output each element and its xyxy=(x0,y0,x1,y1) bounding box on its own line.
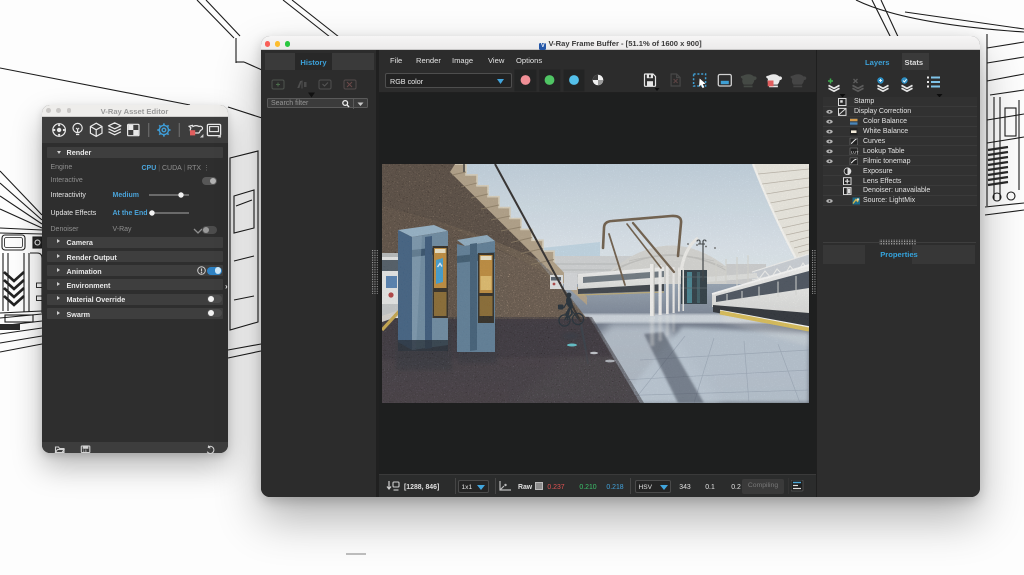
svg-text:16: 16 xyxy=(82,448,86,452)
